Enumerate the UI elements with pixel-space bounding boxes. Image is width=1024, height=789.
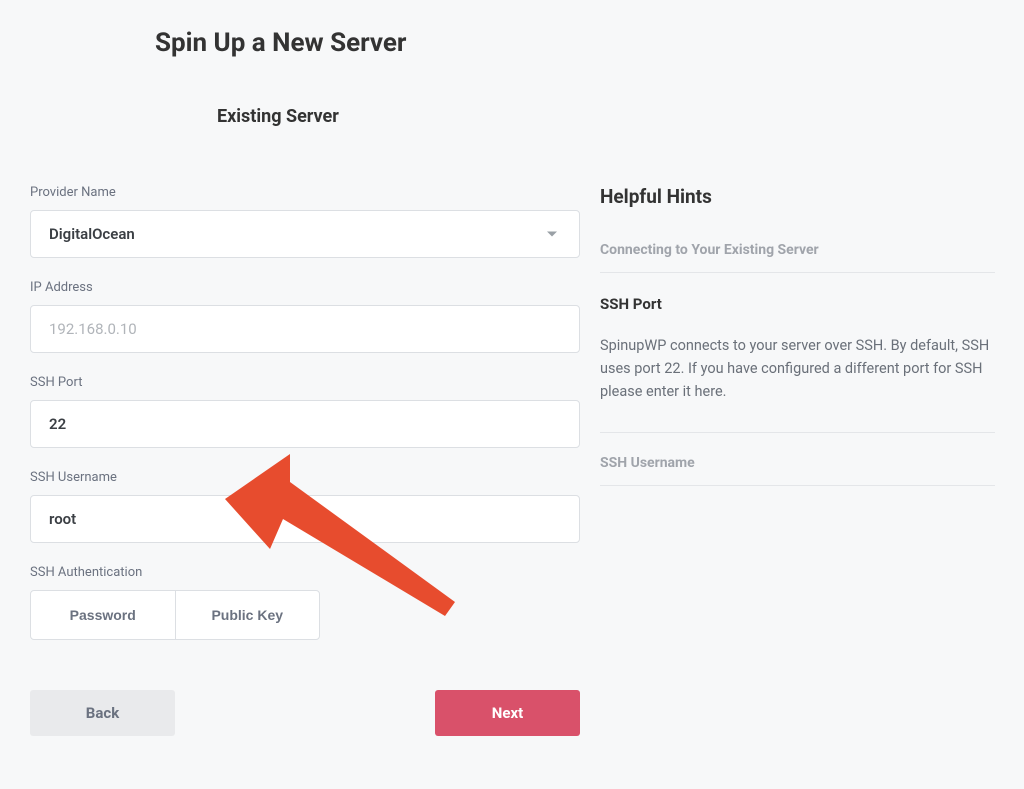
ip-input[interactable] [30,305,580,353]
page-title: Spin Up a New Server [155,28,1024,58]
section-title: Existing Server [217,106,1024,127]
ip-field-group: IP Address [30,280,580,353]
ssh-port-input[interactable] [30,400,580,448]
ssh-port-label: SSH Port [30,375,580,390]
divider [600,485,995,486]
provider-value: DigitalOcean [49,225,135,243]
hints-column: Helpful Hints Connecting to Your Existin… [600,185,995,736]
divider [600,432,995,433]
auth-option-password[interactable]: Password [31,591,176,639]
ssh-user-label: SSH Username [30,470,580,485]
back-button[interactable]: Back [30,690,175,736]
ssh-auth-label: SSH Authentication [30,565,580,580]
divider [600,272,995,273]
action-row: Back Next [30,690,580,736]
ssh-user-input[interactable] [30,495,580,543]
chevron-down-icon [547,232,557,237]
ssh-auth-field-group: SSH Authentication Password Public Key [30,565,580,640]
form-column: Provider Name DigitalOcean IP Address SS… [30,185,580,736]
provider-label: Provider Name [30,185,580,200]
next-button[interactable]: Next [435,690,580,736]
provider-field-group: Provider Name DigitalOcean [30,185,580,258]
ip-label: IP Address [30,280,580,295]
hint-ssh-username-label: SSH Username [600,455,995,471]
hints-title: Helpful Hints [600,185,995,208]
ssh-user-field-group: SSH Username [30,470,580,543]
ssh-auth-toggle: Password Public Key [30,590,320,640]
provider-select[interactable]: DigitalOcean [30,210,580,258]
hint-active-body: SpinupWP connects to your server over SS… [600,335,995,404]
hint-connecting-label: Connecting to Your Existing Server [600,242,995,258]
ssh-port-field-group: SSH Port [30,375,580,448]
auth-option-publickey[interactable]: Public Key [176,591,320,639]
hint-active-title: SSH Port [600,295,995,313]
